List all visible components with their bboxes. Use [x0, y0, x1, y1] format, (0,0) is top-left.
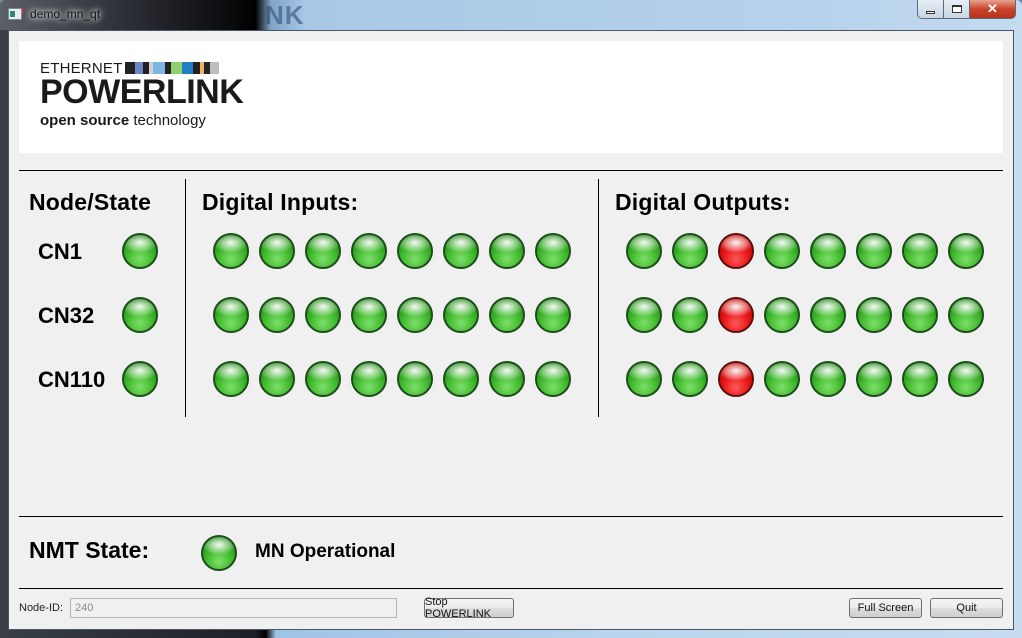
digital-input-led: [489, 233, 525, 269]
node-label: CN110: [38, 367, 106, 392]
digital-input-led: [259, 233, 295, 269]
node-state-led: [122, 297, 158, 333]
application-window: demo_mn_qt NK ✕ ETHERNET POWERLINK open …: [0, 0, 1022, 638]
digital-output-led: [948, 361, 984, 397]
digital-output-led: [626, 297, 662, 333]
logo-tagline-bold: open source: [40, 112, 130, 129]
digital-output-led: [902, 233, 938, 269]
digital-input-led: [259, 297, 295, 333]
nmt-top-divider: [19, 516, 1003, 517]
node-label: CN1: [38, 239, 83, 264]
digital-output-led: [902, 361, 938, 397]
window-title: demo_mn_qt: [30, 7, 101, 21]
digital-input-led: [443, 297, 479, 333]
digital-input-led: [489, 297, 525, 333]
digital-input-led: [535, 233, 571, 269]
client-area: ETHERNET POWERLINK open source technolog…: [8, 30, 1014, 630]
digital-output-led: [626, 233, 662, 269]
digital-input-led: [305, 297, 341, 333]
digital-output-led: [764, 361, 800, 397]
minimize-button[interactable]: [917, 0, 944, 19]
nmt-state-label: NMT State:: [29, 537, 150, 563]
powerlink-logo: ETHERNET POWERLINK open source technolog…: [40, 60, 244, 130]
digital-output-led: [810, 361, 846, 397]
digital-input-led: [535, 297, 571, 333]
digital-output-led: [718, 233, 754, 269]
digital-output-led: [810, 233, 846, 269]
logo-powerlink-text: POWERLINK: [40, 73, 244, 111]
digital-outputs-header: Digital Outputs:: [615, 189, 791, 215]
title-bar[interactable]: demo_mn_qt NK ✕: [0, 0, 1022, 30]
quit-button[interactable]: Quit: [930, 598, 1003, 618]
digital-input-led: [443, 361, 479, 397]
digital-input-led: [351, 361, 387, 397]
digital-output-led: [948, 297, 984, 333]
digital-output-led: [856, 233, 892, 269]
node-id-label: Node-ID:: [19, 602, 64, 614]
digital-output-led: [626, 361, 662, 397]
digital-output-led: [718, 361, 754, 397]
inputs-divider: [185, 179, 186, 417]
stop-powerlink-button[interactable]: Stop POWERLINK: [424, 596, 514, 620]
close-button[interactable]: ✕: [970, 0, 1016, 19]
caption-buttons: ✕: [917, 0, 1016, 19]
nmt-state-text: MN Operational: [255, 541, 396, 562]
digital-input-led: [259, 361, 295, 397]
digital-input-led: [535, 361, 571, 397]
digital-input-led: [213, 233, 249, 269]
digital-output-led: [856, 361, 892, 397]
node-state-led: [122, 233, 158, 269]
digital-input-led: [443, 233, 479, 269]
digital-input-led: [351, 297, 387, 333]
maximize-button[interactable]: [944, 0, 970, 19]
digital-output-led: [764, 297, 800, 333]
logo-tagline: open source technology: [40, 112, 243, 129]
digital-input-led: [305, 361, 341, 397]
background-window-text: NK: [265, 0, 305, 30]
node-state-led: [122, 361, 158, 397]
digital-output-led: [672, 361, 708, 397]
digital-output-led: [810, 297, 846, 333]
digital-inputs-header: Digital Inputs:: [202, 189, 359, 215]
node-state-header: Node/State: [29, 189, 152, 215]
maximize-icon: [951, 5, 962, 13]
digital-output-led: [764, 233, 800, 269]
digital-input-led: [213, 361, 249, 397]
digital-input-led: [351, 233, 387, 269]
close-icon: ✕: [987, 1, 998, 16]
logo-tagline-rest: technology: [129, 112, 206, 129]
digital-input-led: [397, 361, 433, 397]
footer-divider: [19, 588, 1003, 589]
top-divider: [19, 170, 1003, 171]
digital-input-led: [213, 297, 249, 333]
digital-output-led: [948, 233, 984, 269]
digital-input-led: [305, 233, 341, 269]
digital-output-led: [856, 297, 892, 333]
digital-output-led: [672, 297, 708, 333]
node-label: CN32: [38, 303, 95, 328]
digital-output-led: [902, 297, 938, 333]
digital-input-led: [489, 361, 525, 397]
node-id-input[interactable]: [70, 598, 397, 618]
nmt-state-led: [201, 535, 237, 571]
digital-output-led: [672, 233, 708, 269]
minimize-icon: [926, 10, 935, 14]
outputs-divider: [598, 179, 599, 417]
app-icon[interactable]: [8, 8, 24, 20]
digital-output-led: [718, 297, 754, 333]
digital-input-led: [397, 297, 433, 333]
digital-input-led: [397, 233, 433, 269]
full-screen-button[interactable]: Full Screen: [849, 598, 922, 618]
logo-panel: ETHERNET POWERLINK open source technolog…: [19, 41, 1003, 153]
